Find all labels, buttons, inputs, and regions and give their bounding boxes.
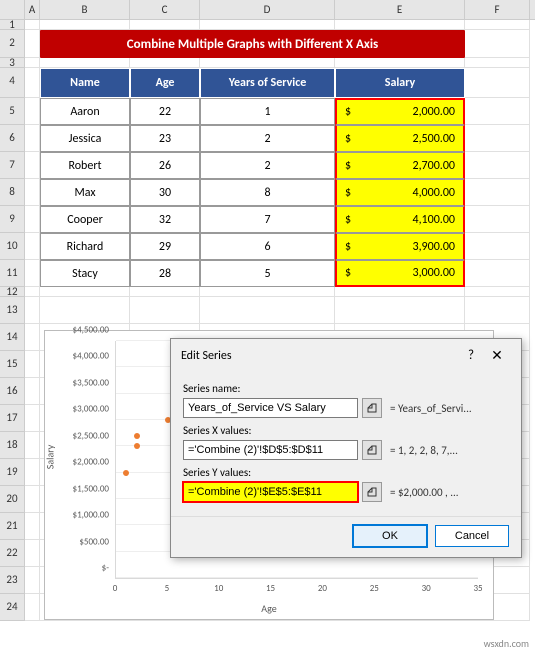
th-age[interactable]: Age — [130, 68, 200, 98]
cell-name[interactable]: Robert — [40, 152, 130, 179]
cell-years[interactable]: 7 — [200, 206, 335, 233]
th-name[interactable]: Name — [40, 68, 130, 98]
cell-years[interactable]: 6 — [200, 233, 335, 260]
x-axis: 05101520253035 — [115, 581, 478, 601]
row-header-20[interactable]: 20 — [0, 486, 25, 513]
cell-age[interactable]: 28 — [130, 260, 200, 287]
series-name-label: Series name: — [183, 382, 509, 395]
col-header-B[interactable]: B — [40, 0, 130, 19]
row-header-19[interactable]: 19 — [0, 459, 25, 486]
cell-salary[interactable]: $2,700.00 — [335, 152, 465, 179]
cell-age[interactable]: 26 — [130, 152, 200, 179]
row-header-10[interactable]: 10 — [0, 233, 25, 260]
cell-salary[interactable]: $2,000.00 — [335, 98, 465, 125]
y-axis: $-$500.00$1,000.00$1,500.00$2,000.00$2,5… — [45, 341, 113, 579]
cell-age[interactable]: 30 — [130, 179, 200, 206]
series-x-preview: = 1, 2, 2, 8, 7,... — [386, 444, 509, 457]
row-header-22[interactable]: 22 — [0, 540, 25, 567]
cell-salary[interactable]: $3,000.00 — [335, 260, 465, 287]
cell-age[interactable]: 29 — [130, 233, 200, 260]
dialog-title: Edit Series — [181, 349, 459, 363]
col-header-F[interactable]: F — [465, 0, 530, 19]
row-header-15[interactable]: 15 — [0, 351, 25, 378]
cell-age[interactable]: 22 — [130, 98, 200, 125]
select-all-corner[interactable] — [0, 0, 25, 19]
edit-series-dialog: Edit Series ? ✕ Series name: = Years_of_… — [170, 338, 522, 558]
series-name-input[interactable] — [183, 398, 358, 418]
row-header-23[interactable]: 23 — [0, 567, 25, 594]
row-header-2[interactable]: 2 — [0, 30, 25, 58]
series-x-input[interactable] — [183, 440, 358, 460]
row-header-11[interactable]: 11 — [0, 260, 25, 287]
row-header-1[interactable]: 1 — [0, 20, 25, 30]
cell-years[interactable]: 2 — [200, 125, 335, 152]
ref-picker-name-icon[interactable] — [362, 398, 382, 418]
data-point[interactable] — [134, 433, 140, 439]
row-header-12[interactable]: 12 — [0, 287, 25, 297]
cell-name[interactable]: Max — [40, 179, 130, 206]
row-header-8[interactable]: 8 — [0, 179, 25, 206]
cell-name[interactable]: Stacy — [40, 260, 130, 287]
cell-years[interactable]: 8 — [200, 179, 335, 206]
series-x-label: Series X values: — [183, 424, 509, 437]
row-header-9[interactable]: 9 — [0, 206, 25, 233]
series-y-input[interactable] — [183, 482, 358, 502]
ref-picker-x-icon[interactable] — [362, 440, 382, 460]
help-icon[interactable]: ? — [459, 348, 483, 363]
cell-age[interactable]: 23 — [130, 125, 200, 152]
col-header-E[interactable]: E — [335, 0, 465, 19]
ok-button[interactable]: OK — [353, 525, 427, 547]
series-y-preview: = $2,000.00 , ... — [386, 486, 509, 499]
cell-salary[interactable]: $2,500.00 — [335, 125, 465, 152]
cell-years[interactable]: 5 — [200, 260, 335, 287]
cell-name[interactable]: Jessica — [40, 125, 130, 152]
col-header-D[interactable]: D — [200, 0, 335, 19]
cell-years[interactable]: 2 — [200, 152, 335, 179]
cell-salary[interactable]: $4,100.00 — [335, 206, 465, 233]
cell-years[interactable]: 1 — [200, 98, 335, 125]
row-header-17[interactable]: 17 — [0, 405, 25, 432]
row-header-5[interactable]: 5 — [0, 98, 25, 125]
col-header-C[interactable]: C — [130, 0, 200, 19]
cell-name[interactable]: Cooper — [40, 206, 130, 233]
cell-name[interactable]: Aaron — [40, 98, 130, 125]
row-header-4[interactable]: 4 — [0, 68, 25, 98]
th-salary[interactable]: Salary — [335, 68, 465, 98]
close-icon[interactable]: ✕ — [483, 347, 511, 364]
cell-age[interactable]: 32 — [130, 206, 200, 233]
row-header-24[interactable]: 24 — [0, 594, 25, 621]
cell-salary[interactable]: $4,000.00 — [335, 179, 465, 206]
cell-salary[interactable]: $3,900.00 — [335, 233, 465, 260]
row-header-7[interactable]: 7 — [0, 152, 25, 179]
col-header-A[interactable]: A — [25, 0, 40, 19]
row-header-16[interactable]: 16 — [0, 378, 25, 405]
watermark: wsxdn.com — [484, 637, 529, 650]
row-header-14[interactable]: 14 — [0, 324, 25, 351]
page-title: Combine Multiple Graphs with Different X… — [40, 30, 465, 58]
ref-picker-y-icon[interactable] — [362, 482, 382, 502]
series-y-label: Series Y values: — [183, 466, 509, 479]
x-axis-label: Age — [261, 602, 276, 615]
row-header-21[interactable]: 21 — [0, 513, 25, 540]
row-header-3[interactable]: 3 — [0, 58, 25, 68]
row-header-6[interactable]: 6 — [0, 125, 25, 152]
series-name-preview: = Years_of_Servi... — [386, 402, 509, 415]
th-years[interactable]: Years of Service — [200, 68, 335, 98]
cell-name[interactable]: Richard — [40, 233, 130, 260]
row-header-13[interactable]: 13 — [0, 297, 25, 324]
row-header-18[interactable]: 18 — [0, 432, 25, 459]
column-headers: A B C D E F — [0, 0, 535, 20]
data-point[interactable] — [123, 470, 129, 476]
cancel-button[interactable]: Cancel — [435, 525, 509, 547]
data-point[interactable] — [134, 443, 140, 449]
